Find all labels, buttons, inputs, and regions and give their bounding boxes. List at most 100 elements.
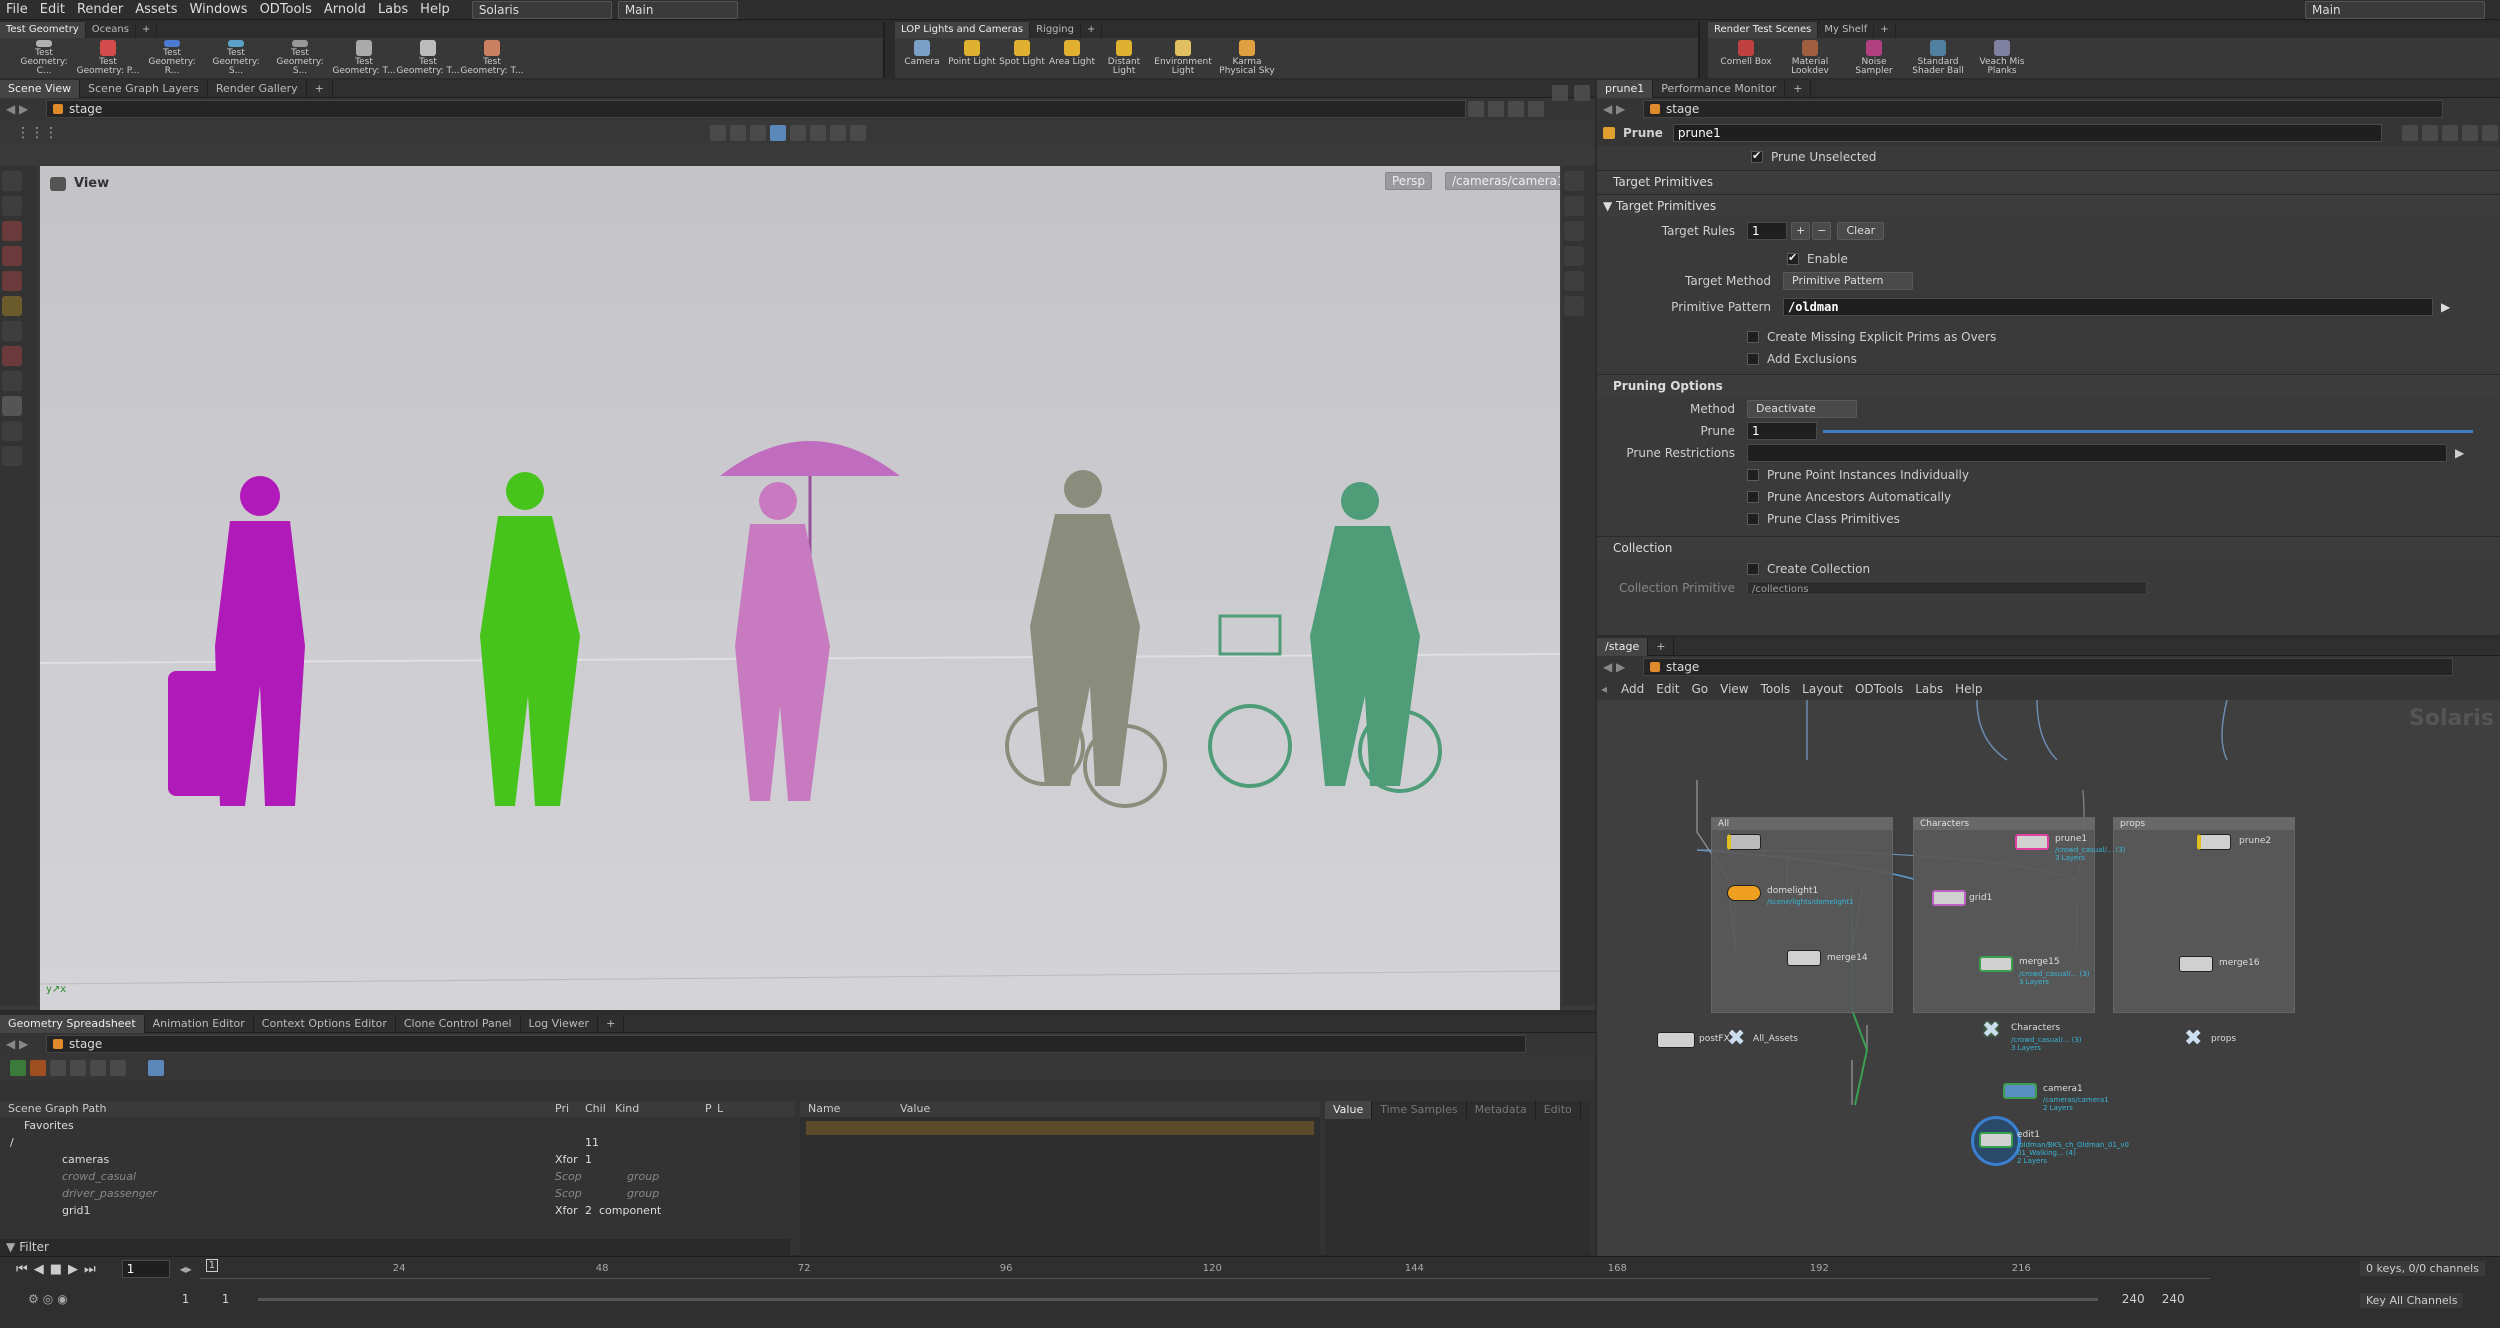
scene-path-field[interactable]: stage: [46, 100, 1466, 118]
remove-rule-button[interactable]: −: [1812, 222, 1832, 240]
shelf-tool[interactable]: Test Geometry: T...: [396, 38, 460, 76]
node-domelight[interactable]: [1727, 885, 1761, 901]
edit-tool-icon[interactable]: [2, 371, 22, 391]
view-tool-icon[interactable]: [2, 396, 22, 416]
add-exclusions-checkbox[interactable]: [1747, 353, 1759, 365]
node-postfx[interactable]: [1657, 1032, 1695, 1048]
col-scene-graph-path[interactable]: Scene Graph Path: [0, 1101, 555, 1117]
add-tab-icon[interactable]: +: [307, 79, 333, 98]
menu-assets[interactable]: Assets: [129, 0, 183, 20]
tree-row[interactable]: /11: [0, 1134, 795, 1151]
node-grid1[interactable]: [1932, 890, 1966, 906]
net-menu-go[interactable]: Go: [1685, 682, 1714, 696]
node-camera1[interactable]: [2003, 1083, 2037, 1099]
shelf-tool[interactable]: Test Geometry: T...: [332, 38, 396, 76]
tab-scene-graph-layers[interactable]: Scene Graph Layers: [80, 79, 208, 98]
filter-icon[interactable]: [10, 1060, 26, 1076]
camera-tool[interactable]: Camera: [897, 38, 947, 76]
prune-points-checkbox[interactable]: [1747, 469, 1759, 481]
select-arrow-icon[interactable]: ▶: [2455, 446, 2464, 460]
shelf-tool[interactable]: Cornell Box: [1714, 38, 1778, 76]
shelf-tool[interactable]: Test Geometry: T...: [460, 38, 524, 76]
help-icon[interactable]: [2482, 125, 2499, 141]
edit-icon[interactable]: [2422, 125, 2439, 141]
pose-tool-icon[interactable]: [2, 296, 22, 316]
tree-row[interactable]: cameras Xfor 1: [0, 1151, 795, 1168]
prune-slider[interactable]: [1823, 429, 2473, 433]
camera-tool-icon[interactable]: [2, 421, 22, 441]
collection-prim-field[interactable]: /collections: [1747, 581, 2147, 595]
tab-animation-editor[interactable]: Animation Editor: [145, 1014, 254, 1033]
area-light-tool[interactable]: Area Light: [1047, 38, 1097, 76]
shelf-tab-lights-cameras[interactable]: LOP Lights and Cameras: [895, 22, 1031, 38]
clear-button[interactable]: Clear: [1837, 222, 1885, 240]
target-rules-field[interactable]: 1: [1747, 222, 1787, 240]
tab-metadata[interactable]: Metadata: [1467, 1101, 1536, 1119]
tab-stage-network[interactable]: /stage: [1597, 637, 1649, 656]
select-tool-icon[interactable]: [2, 171, 22, 191]
shelf-tab-rigging[interactable]: Rigging: [1030, 22, 1081, 38]
node-edit1[interactable]: [1979, 1132, 2013, 1148]
create-missing-checkbox[interactable]: [1747, 331, 1759, 343]
prune-ancestors-checkbox[interactable]: [1747, 491, 1759, 503]
node-props[interactable]: ✖: [2184, 1026, 2202, 1051]
shelf-tool[interactable]: Noise Sampler: [1842, 38, 1906, 76]
param-path-field[interactable]: stage: [1643, 100, 2443, 118]
prune-value-field[interactable]: 1: [1747, 422, 1817, 440]
col-chil[interactable]: Chil: [585, 1101, 615, 1117]
tree-row[interactable]: crowd_casual Scop group: [0, 1168, 795, 1185]
current-frame-field[interactable]: 1: [121, 1260, 170, 1278]
shelf-tool[interactable]: Test Geometry: R...: [140, 38, 204, 76]
col-value[interactable]: Value: [900, 1101, 1100, 1117]
node-merge16[interactable]: [2179, 956, 2213, 972]
tab-editor[interactable]: Edito: [1536, 1101, 1581, 1119]
node-merge15[interactable]: [1979, 956, 2013, 972]
shelf-tool[interactable]: Veach Mis Planks: [1970, 38, 2034, 76]
nav-arrows-icon[interactable]: ◀ ▶: [6, 102, 46, 116]
net-menu-edit[interactable]: Edit: [1650, 682, 1685, 696]
search-icon[interactable]: [2442, 125, 2459, 141]
render-tool-icon[interactable]: [2, 446, 22, 466]
shelf-tab-test-geometry[interactable]: Test Geometry: [0, 22, 86, 38]
add-shelf-tab-icon[interactable]: +: [1081, 22, 1103, 38]
spot-light-tool[interactable]: Spot Light: [997, 38, 1047, 76]
menu-windows[interactable]: Windows: [184, 0, 254, 20]
range-slider[interactable]: [257, 1297, 2098, 1301]
start-frame-field-2[interactable]: 1: [222, 1292, 262, 1306]
net-menu-view[interactable]: View: [1714, 682, 1754, 696]
node-characters[interactable]: ✖: [1982, 1018, 2000, 1043]
scale-tool-icon[interactable]: [2, 271, 22, 291]
record-icon[interactable]: [810, 125, 826, 141]
tab-time-samples[interactable]: Time Samples: [1372, 1101, 1467, 1119]
add-tab-icon[interactable]: +: [1785, 79, 1812, 98]
menu-help[interactable]: Help: [414, 0, 456, 20]
tab-geometry-spreadsheet[interactable]: Geometry Spreadsheet: [0, 1014, 145, 1033]
snap-icon[interactable]: [730, 125, 746, 141]
add-shelf-tab-icon[interactable]: +: [1874, 22, 1896, 38]
display-option-icon[interactable]: [1564, 171, 1584, 191]
help-icon[interactable]: [1528, 101, 1544, 117]
shelf-tool[interactable]: Test Geometry: S...: [268, 38, 332, 76]
net-menu-layout[interactable]: Layout: [1796, 682, 1849, 696]
col-kind[interactable]: Kind: [615, 1101, 705, 1117]
node-name-field[interactable]: prune1: [1672, 124, 2383, 142]
tab-performance-monitor[interactable]: Performance Monitor: [1653, 79, 1786, 98]
target-method-menu[interactable]: Primitive Pattern: [1783, 272, 1913, 290]
add-tab-icon[interactable]: +: [598, 1014, 625, 1033]
key-all-channels-button[interactable]: Key All Channels: [2360, 1293, 2464, 1308]
node-all-assets[interactable]: ✖: [1727, 1026, 1745, 1051]
tree-row[interactable]: grid1 Xfor 2 component: [0, 1202, 795, 1219]
grid-menu-icon[interactable]: ⋮⋮⋮: [16, 125, 58, 141]
primitive-pattern-field[interactable]: /oldman: [1783, 298, 2433, 316]
tree-row[interactable]: Favorites: [0, 1117, 795, 1134]
node-prune2[interactable]: [2197, 834, 2231, 850]
collapse-icon[interactable]: [70, 1060, 86, 1076]
pin-icon[interactable]: [1468, 101, 1484, 117]
menu-odtools[interactable]: ODTools: [254, 0, 318, 20]
tree-row[interactable]: driver_passenger Scop group: [0, 1185, 795, 1202]
prune-unselected-checkbox[interactable]: [1751, 149, 1763, 163]
col-name[interactable]: Name: [800, 1101, 900, 1117]
shelf-tool[interactable]: Standard Shader Ball: [1906, 38, 1970, 76]
help-icon[interactable]: [1574, 85, 1590, 101]
light-filter-icon[interactable]: [30, 1060, 46, 1076]
